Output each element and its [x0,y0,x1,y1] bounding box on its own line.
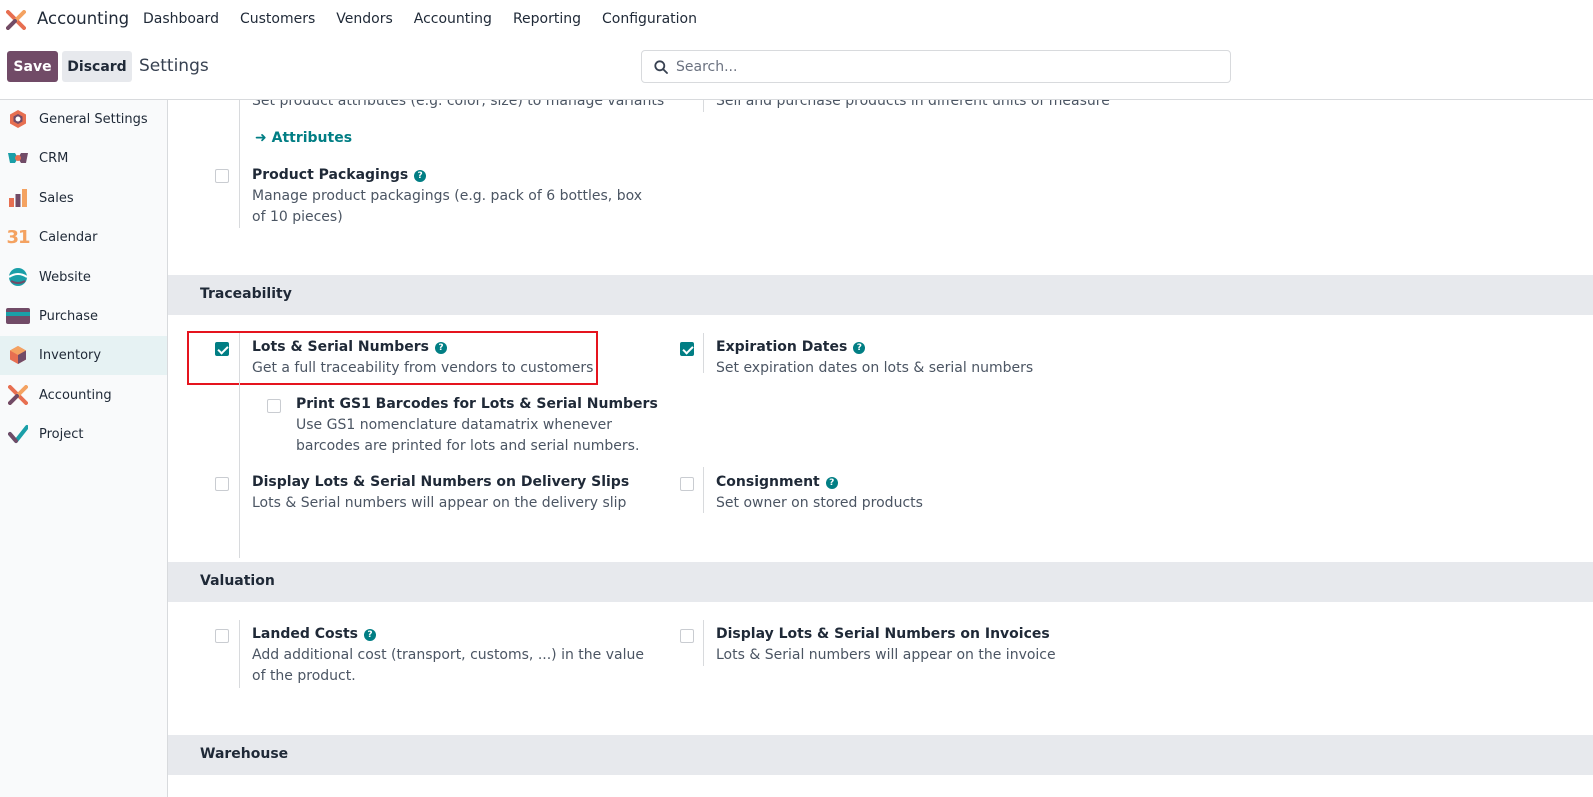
landed-costs-checkbox[interactable] [215,629,229,643]
general-settings-icon [7,108,29,130]
product-packagings-title: Product Packagings? [252,167,427,183]
lots-serial-description: Get a full traceability from vendors to … [252,360,594,376]
setting-divider [703,467,704,513]
setting-divider [703,620,704,666]
menu-vendors[interactable]: Vendors [336,11,392,27]
search-input[interactable] [676,58,1216,75]
landed-costs-title: Landed Costs? [252,626,376,642]
menu-reporting[interactable]: Reporting [513,11,581,27]
settings-content: Set product attributes (e.g. color, size… [168,100,1593,797]
sidebar-item-label: Accounting [39,388,112,403]
delivery-slips-description: Lots & Serial numbers will appear on the… [252,495,627,511]
section-warehouse: Warehouse [168,735,1593,775]
expiration-dates-checkbox[interactable] [680,342,694,356]
menu-customers[interactable]: Customers [240,11,315,27]
help-icon[interactable]: ? [364,629,376,641]
sidebar-item-crm[interactable]: CRM [0,139,167,178]
app-title[interactable]: Accounting [37,9,129,28]
consignment-description: Set owner on stored products [716,495,923,511]
accounting-icon [7,384,29,406]
sidebar-item-calendar[interactable]: 31 Calendar [0,218,167,257]
sidebar-item-purchase[interactable]: Purchase [0,297,167,336]
invoice-lots-title: Display Lots & Serial Numbers on Invoice… [716,626,1050,642]
menu-accounting[interactable]: Accounting [414,11,492,27]
setting-divider [703,333,704,373]
product-packagings-checkbox[interactable] [215,169,229,183]
help-icon[interactable]: ? [434,342,447,354]
top-navbar: Accounting Dashboard Customers Vendors A… [0,0,1593,40]
section-traceability: Traceability [168,275,1593,315]
lots-serial-title: Lots & Serial Numbers? [252,339,447,355]
purchase-icon [6,305,30,327]
sidebar-item-label: Purchase [39,309,99,324]
sidebar-item-sales[interactable]: Sales [0,179,167,218]
consignment-checkbox[interactable] [680,477,694,491]
gs1-barcodes-title: Print GS1 Barcodes for Lots & Serial Num… [296,396,658,412]
delivery-slips-title: Display Lots & Serial Numbers on Deliver… [252,474,630,490]
attributes-link[interactable]: ➜ Attributes [255,130,352,146]
product-packagings-description: Manage product packagings (e.g. pack of … [252,188,643,225]
search-box [641,50,1231,83]
main-menu: Dashboard Customers Vendors Accounting R… [143,11,718,27]
expiration-dates-title: Expiration Dates? [716,339,866,355]
crm-icon [7,147,29,169]
lots-serial-checkbox[interactable] [215,342,229,356]
sidebar-item-project[interactable]: Project [0,415,167,454]
sidebar-item-label: Website [39,270,91,285]
setting-divider [703,100,704,112]
section-title: Valuation [200,573,275,589]
menu-configuration[interactable]: Configuration [602,11,697,27]
sidebar-item-label: Sales [39,191,74,206]
gs1-barcodes-checkbox[interactable] [267,399,281,413]
setting-divider [239,620,240,688]
inventory-icon [7,344,29,366]
delivery-slips-checkbox[interactable] [215,477,229,491]
consignment-title: Consignment? [716,474,838,490]
section-valuation: Valuation [168,562,1593,602]
setting-divider [239,333,240,558]
setting-divider [239,100,240,228]
search-icon [646,50,676,83]
breadcrumb: Settings [139,56,209,76]
sidebar-item-label: Calendar [39,230,98,245]
sales-icon [7,187,29,209]
sidebar-item-general-settings[interactable]: General Settings [0,100,167,139]
sidebar-item-label: Project [39,427,84,442]
landed-costs-description: Add additional cost (transport, customs,… [252,647,644,684]
uom-description: Sell and purchase products in different … [716,100,1110,109]
invoice-lots-description: Lots & Serial numbers will appear on the… [716,647,1056,663]
menu-dashboard[interactable]: Dashboard [143,11,219,27]
sidebar-item-label: CRM [39,151,69,166]
sidebar-item-label: General Settings [39,112,148,127]
website-icon [7,266,29,288]
section-title: Warehouse [200,746,289,762]
invoice-lots-checkbox[interactable] [680,629,694,643]
help-icon[interactable]: ? [825,477,838,489]
variants-description: Set product attributes (e.g. color, size… [252,100,665,109]
sidebar-item-label: Inventory [39,348,102,363]
calendar-icon: 31 [6,226,30,248]
save-button[interactable]: Save [7,51,58,82]
sidebar-item-accounting[interactable]: Accounting [0,376,167,415]
sidebar-item-inventory[interactable]: Inventory [0,336,167,375]
sidebar-item-website[interactable]: Website [0,258,167,297]
accounting-logo-icon[interactable] [6,10,26,30]
arrow-right-icon: ➜ [255,130,272,146]
discard-button[interactable]: Discard [62,51,132,82]
help-icon[interactable]: ? [414,170,427,182]
section-title: Traceability [200,286,292,302]
project-icon [7,423,29,445]
control-panel: Save Discard Settings [0,40,1593,100]
help-icon[interactable]: ? [853,342,866,354]
settings-sidebar: General Settings CRM Sales 31 Calendar W… [0,100,168,797]
gs1-barcodes-description: Use GS1 nomenclature datamatrix whenever… [296,417,640,454]
expiration-dates-description: Set expiration dates on lots & serial nu… [716,360,1034,376]
